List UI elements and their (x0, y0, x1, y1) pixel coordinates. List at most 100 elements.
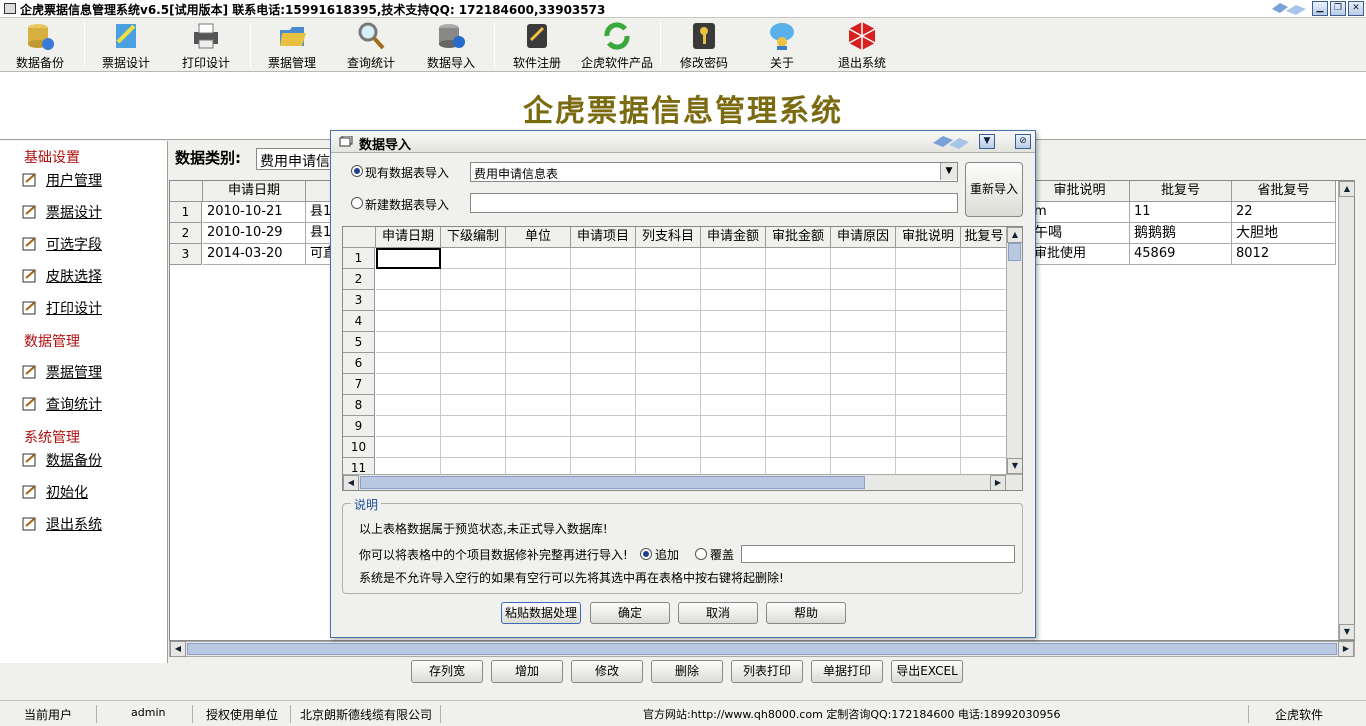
grid-cell[interactable] (701, 311, 766, 332)
scroll-left-arrow-icon[interactable]: ◀ (170, 641, 186, 657)
scroll-down-arrow-icon[interactable]: ▼ (1339, 624, 1355, 640)
grid-header[interactable]: 审批说明 (896, 227, 961, 248)
toolbar-data-backup[interactable]: 数据备份 (10, 20, 70, 72)
toolbar-exit[interactable]: 退出系统 (832, 20, 892, 72)
new-table-input[interactable] (470, 193, 958, 213)
grid-cell[interactable] (571, 248, 636, 269)
grid-cell[interactable] (896, 416, 961, 437)
grid-cell[interactable] (441, 353, 506, 374)
grid-cell[interactable] (896, 269, 961, 290)
sidebar-item-ticket-design[interactable]: 票据设计 (22, 202, 102, 222)
grid-cell[interactable] (441, 332, 506, 353)
scroll-right-arrow-icon[interactable]: ▶ (990, 475, 1006, 490)
toolbar-query-stats[interactable]: 查询统计 (341, 20, 401, 72)
toolbar-about[interactable]: 关于 (752, 20, 812, 72)
sidebar-item-user-manage[interactable]: 用户管理 (22, 170, 102, 190)
grid-cell[interactable] (766, 395, 831, 416)
dialog-close-button[interactable]: ⊘ (1015, 134, 1031, 149)
grid-cell[interactable] (896, 290, 961, 311)
grid-cell[interactable] (506, 416, 571, 437)
toolbar-software-register[interactable]: 软件注册 (507, 20, 567, 72)
export-excel-button[interactable]: 导出EXCEL (891, 660, 963, 683)
grid-cell[interactable] (831, 269, 896, 290)
table-cell[interactable]: 8012 (1232, 244, 1336, 265)
grid-cell[interactable] (376, 269, 441, 290)
grid-cell[interactable] (701, 269, 766, 290)
grid-cell[interactable] (441, 416, 506, 437)
grid-cell[interactable] (701, 290, 766, 311)
grid-cell[interactable] (701, 353, 766, 374)
grid-cell[interactable] (506, 437, 571, 458)
toolbar-products[interactable]: 企虎软件产品 (578, 20, 656, 72)
grid-cell[interactable] (506, 374, 571, 395)
radio-new-table[interactable] (351, 197, 363, 209)
table-cell[interactable]: 鹅鹅鹅 (1130, 223, 1232, 244)
grid-cell[interactable] (831, 437, 896, 458)
grid-cell[interactable] (961, 353, 1008, 374)
sidebar-item-print-design[interactable]: 打印设计 (22, 298, 102, 318)
grid-cell[interactable] (896, 311, 961, 332)
chevron-down-icon[interactable]: ▼ (940, 163, 957, 180)
grid-cell[interactable] (831, 374, 896, 395)
grid-cell[interactable] (961, 248, 1008, 269)
paste-data-button[interactable]: 粘贴数据处理 (501, 602, 581, 624)
grid-cell[interactable] (441, 374, 506, 395)
radio-cover[interactable] (695, 548, 707, 560)
grid-cell[interactable] (766, 332, 831, 353)
grid-cell[interactable] (571, 311, 636, 332)
grid-cell[interactable] (831, 332, 896, 353)
sidebar-item-ticket-manage[interactable]: 票据管理 (22, 362, 102, 382)
grid-header[interactable]: 下级编制 (441, 227, 506, 248)
table-header[interactable]: 申请日期 (203, 181, 306, 202)
grid-cell[interactable] (766, 353, 831, 374)
grid-cell[interactable] (571, 332, 636, 353)
edit-button[interactable]: 修改 (571, 660, 643, 683)
scroll-thumb[interactable] (1008, 243, 1021, 261)
sidebar-item-initialize[interactable]: 初始化 (22, 482, 88, 502)
grid-cell[interactable] (701, 332, 766, 353)
scroll-up-arrow-icon[interactable]: ▲ (1339, 181, 1355, 197)
grid-header[interactable]: 申请金额 (701, 227, 766, 248)
ok-button[interactable]: 确定 (590, 602, 670, 624)
scroll-thumb[interactable] (187, 643, 1337, 655)
grid-cell[interactable] (441, 437, 506, 458)
dialog-minimize-button[interactable]: ▼ (979, 134, 995, 149)
grid-cell[interactable] (636, 353, 701, 374)
grid-cell[interactable] (571, 395, 636, 416)
grid-cell[interactable] (636, 248, 701, 269)
grid-cell[interactable] (441, 248, 506, 269)
grid-cell[interactable] (961, 395, 1008, 416)
grid-cell[interactable] (571, 290, 636, 311)
grid-cell[interactable] (961, 374, 1008, 395)
grid-cell[interactable] (441, 395, 506, 416)
toolbar-print-design[interactable]: 打印设计 (176, 20, 236, 72)
grid-cell[interactable] (506, 269, 571, 290)
grid-cell[interactable] (896, 248, 961, 269)
grid-cell[interactable] (896, 374, 961, 395)
radio-append[interactable] (640, 548, 652, 560)
horizontal-scrollbar[interactable]: ◀ ▶ (169, 641, 1355, 657)
grid-cell[interactable] (766, 290, 831, 311)
grid-cell[interactable] (896, 353, 961, 374)
grid-cell[interactable] (506, 290, 571, 311)
table-cell[interactable]: 45869 (1130, 244, 1232, 265)
toolbar-change-password[interactable]: 修改密码 (674, 20, 734, 72)
grid-cell[interactable] (636, 437, 701, 458)
scroll-down-arrow-icon[interactable]: ▼ (1007, 458, 1022, 474)
grid-cell[interactable] (636, 416, 701, 437)
table-cell[interactable]: 午喝 (1030, 223, 1130, 244)
sidebar-item-data-backup[interactable]: 数据备份 (22, 450, 102, 470)
grid-cell[interactable] (376, 353, 441, 374)
grid-cell[interactable] (441, 290, 506, 311)
grid-cell[interactable] (831, 290, 896, 311)
sidebar-item-optional-fields[interactable]: 可选字段 (22, 234, 102, 254)
grid-cell[interactable] (636, 311, 701, 332)
grid-horizontal-scrollbar[interactable]: ◀ ▶ (343, 474, 1022, 490)
table-header[interactable]: 审批说明 (1030, 181, 1130, 202)
sidebar-item-skin[interactable]: 皮肤选择 (22, 266, 102, 286)
grid-cell[interactable] (376, 290, 441, 311)
grid-header[interactable]: 批复号 (961, 227, 1008, 248)
grid-cell[interactable] (766, 311, 831, 332)
grid-cell[interactable] (701, 395, 766, 416)
help-button[interactable]: 帮助 (766, 602, 846, 624)
